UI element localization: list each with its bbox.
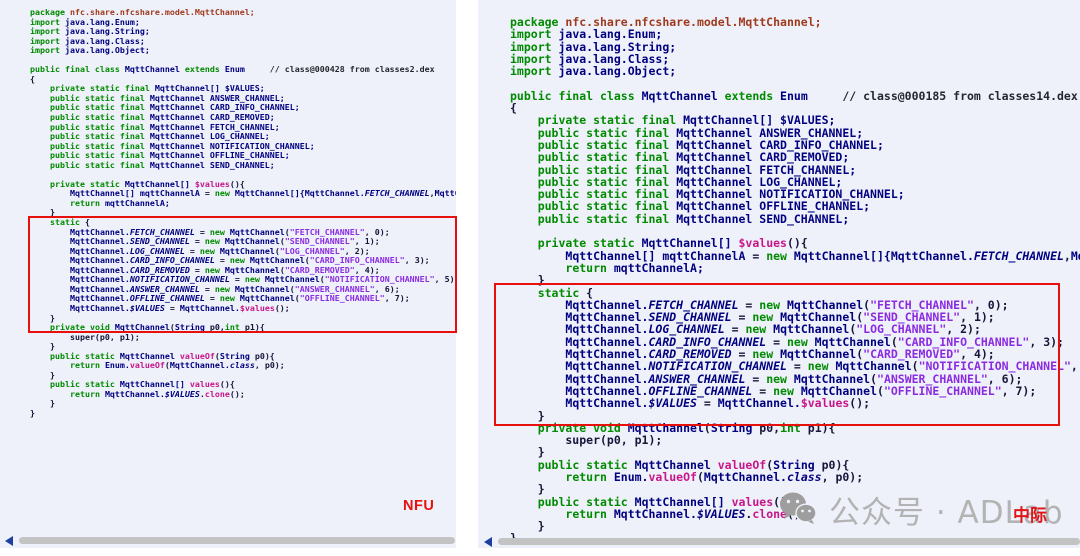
code-line: MqttChannel.$VALUES = MqttChannel.$value…	[30, 304, 456, 314]
code-line: import java.lang.Object;	[510, 65, 1080, 77]
code-line: public static final MqttChannel SEND_CHA…	[30, 161, 456, 171]
code-line: return mqttChannelA;	[30, 199, 456, 209]
code-line: return Enum.valueOf(MqttChannel.class, p…	[30, 361, 456, 371]
code-line: super(p0, p1);	[510, 434, 1080, 446]
code-line: }	[30, 208, 456, 218]
code-line: return MqttChannel.$VALUES.clone();	[30, 390, 456, 400]
left-horizontal-scrollbar-thumb[interactable]	[19, 537, 455, 544]
left-scrollbar-left-arrow[interactable]	[5, 536, 13, 546]
watermark-red-stamp: 中际	[1013, 501, 1047, 526]
code-line: return Enum.valueOf(MqttChannel.class, p…	[510, 471, 1080, 483]
right-horizontal-scrollbar-thumb[interactable]	[498, 538, 1080, 545]
wechat-icon	[779, 491, 817, 529]
right-code-panel[interactable]: package nfc.share.nfcshare.model.MqttCha…	[478, 0, 1080, 548]
code-line: MqttChannel.$VALUES = MqttChannel.$value…	[510, 397, 1080, 409]
code-line: }	[510, 274, 1080, 286]
code-line: public final class MqttChannel extends E…	[510, 90, 1080, 102]
code-line: }	[30, 399, 456, 409]
code-line: public static final MqttChannel SEND_CHA…	[510, 213, 1080, 225]
code-line: }	[30, 409, 456, 419]
right-scrollbar-left-arrow[interactable]	[484, 537, 492, 547]
code-line: public final class MqttChannel extends E…	[30, 65, 456, 75]
code-line: super(p0, p1);	[30, 333, 456, 343]
code-line: import java.lang.Object;	[30, 46, 456, 56]
left-code-panel[interactable]: package nfc.share.nfcshare.model.MqttCha…	[0, 0, 456, 548]
nfu-label: NFU	[403, 498, 434, 514]
code-line: return mqttChannelA;	[510, 262, 1080, 274]
